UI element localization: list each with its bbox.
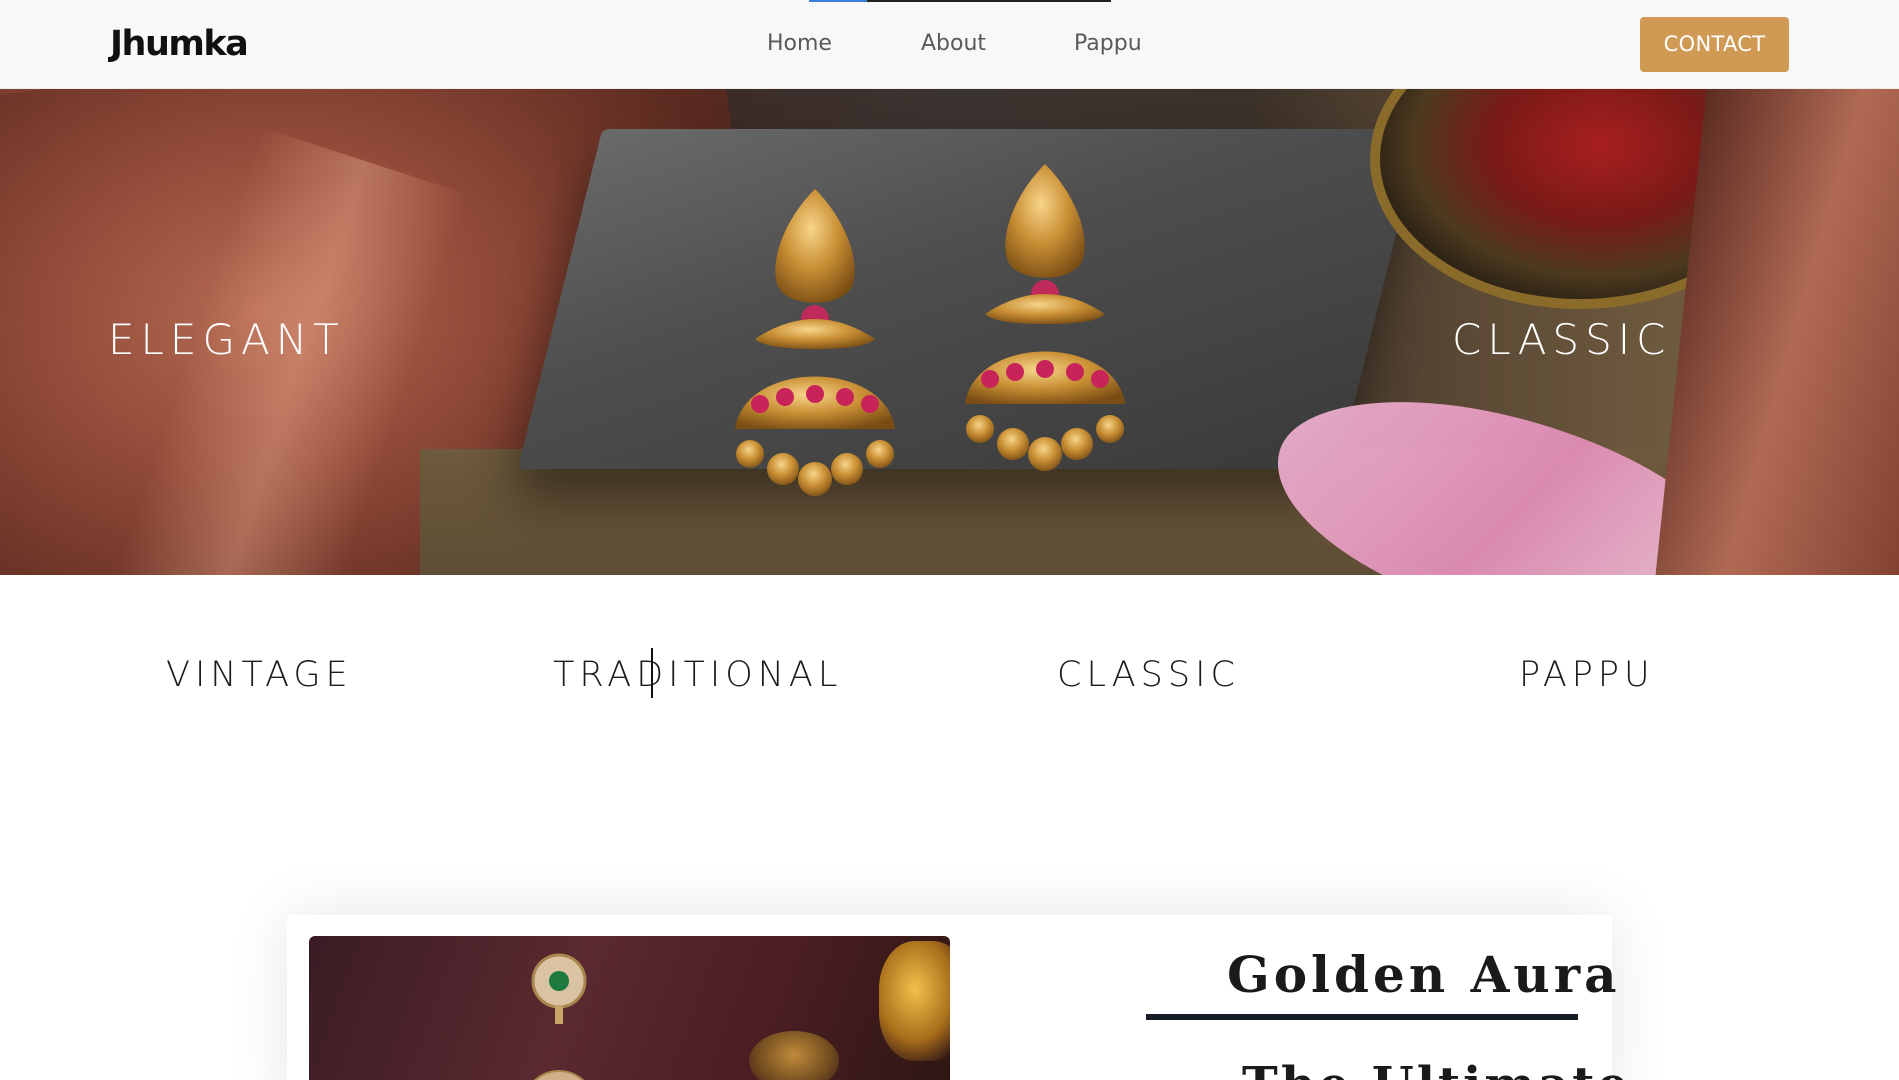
- style-categories: Vintage Traditional Classic Pappu: [0, 640, 1899, 710]
- style-vintage: Vintage: [166, 640, 353, 698]
- style-pappu: Pappu: [1519, 640, 1655, 698]
- title-underline: [1146, 1014, 1578, 1020]
- product-subtitle: The Ultimate: [1242, 1057, 1642, 1080]
- nav-link-home[interactable]: Home: [767, 31, 832, 56]
- nav-indicator-highlight: [809, 0, 867, 2]
- product-image: [309, 936, 950, 1080]
- product-image-gold-accent-secondary: [749, 1031, 839, 1080]
- nav-link-about[interactable]: About: [921, 31, 986, 56]
- product-card: Golden Aura The Ultimate: [287, 915, 1628, 1080]
- hero-word-classic: Classic: [1452, 299, 1672, 369]
- style-traditional: Traditional: [553, 640, 843, 698]
- text-cursor: [651, 648, 653, 698]
- product-title: Golden Aura: [1227, 945, 1621, 1004]
- hero-word-elegant: Elegant: [108, 299, 345, 369]
- style-classic: Classic: [1057, 640, 1240, 698]
- nav-active-indicator: [809, 0, 1111, 2]
- product-image-gold-accent: [879, 941, 950, 1061]
- navbar: Jhumka Home About Pappu CONTACT: [0, 0, 1899, 89]
- pendant-earring-image: [531, 953, 587, 1080]
- brand-logo[interactable]: Jhumka: [110, 24, 249, 64]
- contact-button[interactable]: CONTACT: [1640, 17, 1789, 72]
- nav-link-pappu[interactable]: Pappu: [1074, 31, 1142, 56]
- earring-left-image: [735, 189, 895, 496]
- hero-banner: Elegant Classic: [0, 89, 1899, 575]
- earring-right-image: [965, 164, 1125, 471]
